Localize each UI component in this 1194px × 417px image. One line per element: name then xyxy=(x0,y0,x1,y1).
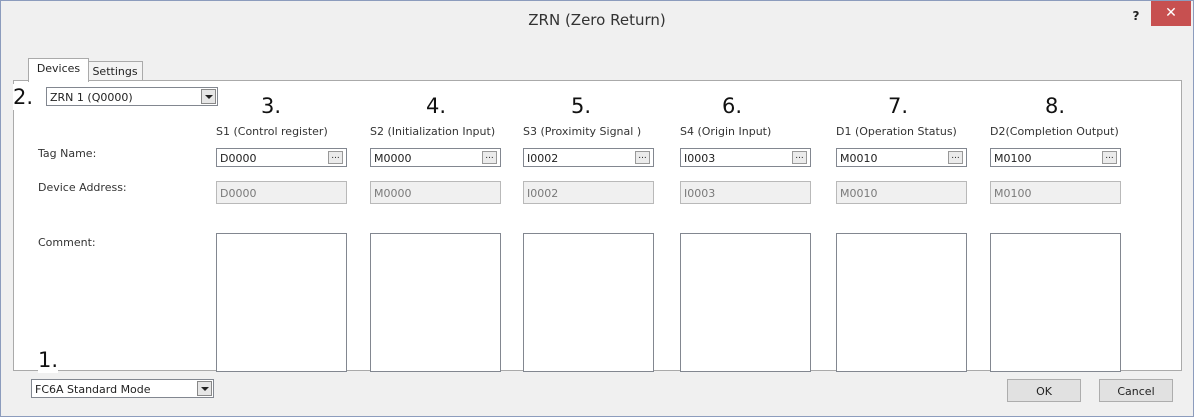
tag-name-input-s1[interactable]: D0000 ... xyxy=(216,148,347,167)
comment-input-d2[interactable] xyxy=(990,233,1121,372)
browse-button[interactable]: ... xyxy=(948,151,963,164)
tag-name-input-s4[interactable]: I0003 ... xyxy=(680,148,811,167)
device-address-field-s1: D0000 xyxy=(216,181,347,204)
tag-name-value: D0000 xyxy=(220,152,257,165)
tag-name-input-s3[interactable]: I0002 ... xyxy=(523,148,654,167)
step-2-label: 2. xyxy=(13,84,34,110)
browse-button[interactable]: ... xyxy=(635,151,650,164)
device-header-s2: S2 (Initialization Input) xyxy=(370,125,496,138)
zrn-dialog: ZRN (Zero Return) ? ✕ Devices Settings 2… xyxy=(0,0,1194,417)
instruction-select-value: ZRN 1 (Q0000) xyxy=(50,91,133,104)
instruction-select[interactable]: ZRN 1 (Q0000) xyxy=(46,87,218,106)
device-address-label: Device Address: xyxy=(38,181,127,194)
dialog-title: ZRN (Zero Return) xyxy=(528,11,666,29)
help-button[interactable]: ? xyxy=(1123,6,1149,26)
step-3-label: 3. xyxy=(261,93,282,119)
comment-input-s2[interactable] xyxy=(370,233,501,372)
device-header-d1: D1 (Operation Status) xyxy=(836,125,957,138)
device-address-field-s3: I0002 xyxy=(523,181,654,204)
tag-name-input-s2[interactable]: M0000 ... xyxy=(370,148,501,167)
device-address-field-s4: I0003 xyxy=(680,181,811,204)
comment-label: Comment: xyxy=(38,236,96,249)
step-7-label: 7. xyxy=(888,93,909,119)
tag-name-value: I0003 xyxy=(684,152,716,165)
comment-input-s1[interactable] xyxy=(216,233,347,372)
tag-name-value: M0010 xyxy=(840,152,878,165)
browse-button[interactable]: ... xyxy=(792,151,807,164)
step-4-label: 4. xyxy=(426,93,447,119)
close-button[interactable]: ✕ xyxy=(1151,1,1191,26)
mode-select[interactable]: FC6A Standard Mode xyxy=(31,379,214,398)
device-address-field-d2: M0100 xyxy=(990,181,1121,204)
tag-name-input-d1[interactable]: M0010 ... xyxy=(836,148,967,167)
chevron-down-icon[interactable] xyxy=(197,381,212,396)
browse-button[interactable]: ... xyxy=(482,151,497,164)
comment-input-s3[interactable] xyxy=(523,233,654,372)
cancel-button[interactable]: Cancel xyxy=(1099,379,1173,402)
comment-input-d1[interactable] xyxy=(836,233,967,372)
step-5-label: 5. xyxy=(571,93,592,119)
step-6-label: 6. xyxy=(722,93,743,119)
step-8-label: 8. xyxy=(1045,93,1066,119)
browse-button[interactable]: ... xyxy=(1102,151,1117,164)
tag-name-value: I0002 xyxy=(527,152,559,165)
device-address-field-s2: M0000 xyxy=(370,181,501,204)
tab-settings[interactable]: Settings xyxy=(87,61,143,82)
comment-input-s4[interactable] xyxy=(680,233,811,372)
step-1-label: 1. xyxy=(38,347,59,373)
chevron-down-icon[interactable] xyxy=(201,89,216,104)
tag-name-input-d2[interactable]: M0100 ... xyxy=(990,148,1121,167)
device-address-field-d1: M0010 xyxy=(836,181,967,204)
device-header-s1: S1 (Control register) xyxy=(216,125,328,138)
tag-name-value: M0000 xyxy=(374,152,412,165)
browse-button[interactable]: ... xyxy=(328,151,343,164)
title-bar: ZRN (Zero Return) ? ✕ xyxy=(1,1,1193,39)
mode-select-value: FC6A Standard Mode xyxy=(35,383,151,396)
tag-name-label: Tag Name: xyxy=(38,147,97,160)
ok-button[interactable]: OK xyxy=(1007,379,1081,402)
tag-name-value: M0100 xyxy=(994,152,1032,165)
device-header-d2: D2(Completion Output) xyxy=(990,125,1119,138)
device-header-s4: S4 (Origin Input) xyxy=(680,125,772,138)
tab-devices[interactable]: Devices xyxy=(28,58,89,82)
device-header-s3: S3 (Proximity Signal ) xyxy=(523,125,642,138)
